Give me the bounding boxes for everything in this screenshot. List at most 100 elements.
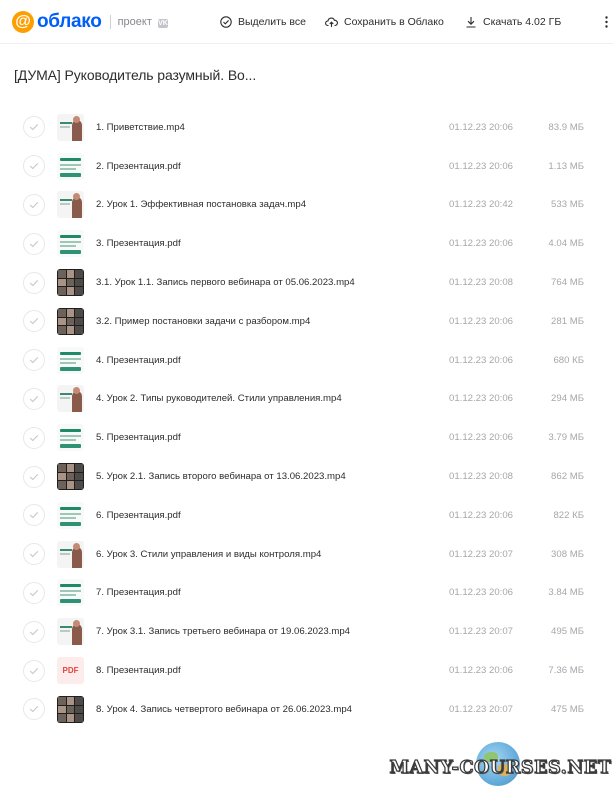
file-date: 01.12.23 20:07 [449, 548, 514, 560]
file-name[interactable]: 2. Презентация.pdf [96, 161, 181, 172]
file-size: 1.13 МБ [548, 160, 584, 172]
file-size: 294 МБ [551, 393, 584, 405]
pdf-file-icon[interactable]: PDF [57, 657, 84, 685]
file-name[interactable]: 3. Презентация.pdf [96, 238, 181, 249]
download-label: Скачать 4.02 ГБ [483, 16, 562, 28]
file-row[interactable]: 7. Урок 3.1. Запись третьего вебинара от… [0, 612, 613, 651]
file-name[interactable]: 7. Презентация.pdf [96, 587, 181, 598]
checkmark-icon [29, 357, 39, 364]
file-thumbnail[interactable] [57, 230, 84, 258]
select-checkbox[interactable] [23, 387, 45, 410]
file-row[interactable]: 1. Приветствие.mp4 01.12.23 20:06 83.9 МБ [0, 108, 613, 147]
watermark: MANY-COURSES.NET [388, 742, 613, 792]
file-row[interactable]: 6. Урок 3. Стили управления и виды контр… [0, 535, 613, 574]
file-row[interactable]: 4. Презентация.pdf 01.12.23 20:06 680 КБ [0, 341, 613, 380]
file-name[interactable]: 8. Урок 4. Запись четвертого вебинара от… [96, 704, 352, 715]
save-to-cloud-label: Сохранить в Облако [344, 16, 444, 28]
select-checkbox[interactable] [23, 193, 45, 216]
file-list: 1. Приветствие.mp4 01.12.23 20:06 83.9 МБ 2… [0, 108, 613, 729]
file-date: 01.12.23 20:06 [449, 432, 514, 444]
file-row[interactable]: 2. Презентация.pdf 01.12.23 20:06 1.13 МБ [0, 147, 613, 186]
file-date: 01.12.23 20:42 [449, 199, 514, 211]
vk-badge-icon: VK [157, 18, 168, 28]
file-thumbnail[interactable] [57, 463, 84, 491]
select-checkbox[interactable] [23, 155, 45, 178]
select-checkbox[interactable] [23, 232, 45, 255]
file-row[interactable]: 3. Презентация.pdf 01.12.23 20:06 4.04 МБ [0, 224, 613, 263]
file-row[interactable]: 8. Урок 4. Запись четвертого вебинара от… [0, 690, 613, 729]
file-name[interactable]: 3.2. Пример постановки задачи с разбором… [96, 316, 310, 327]
file-row[interactable]: 7. Презентация.pdf 01.12.23 20:06 3.84 МБ [0, 574, 613, 613]
file-thumbnail[interactable] [57, 307, 84, 335]
file-thumbnail[interactable] [57, 424, 84, 452]
select-all-button[interactable]: Выделить все [220, 0, 306, 44]
file-name[interactable]: 6. Урок 3. Стили управления и виды контр… [96, 549, 321, 560]
file-size: 475 МБ [551, 703, 584, 715]
select-checkbox[interactable] [23, 698, 45, 721]
file-thumbnail[interactable] [57, 540, 84, 568]
file-row[interactable]: 3.1. Урок 1.1. Запись первого вебинара о… [0, 263, 613, 302]
file-row[interactable]: PDF 8. Презентация.pdf 01.12.23 20:06 7.36 … [0, 651, 613, 690]
checkmark-icon [29, 473, 39, 480]
file-size: 822 КБ [553, 509, 584, 521]
file-thumbnail[interactable] [57, 152, 84, 180]
select-checkbox[interactable] [23, 543, 45, 566]
select-all-label: Выделить все [238, 16, 306, 28]
file-size: 862 МБ [551, 471, 584, 483]
file-row[interactable]: 2. Урок 1. Эффективная постановка задач.… [0, 186, 613, 225]
select-checkbox[interactable] [23, 620, 45, 643]
file-name[interactable]: 8. Презентация.pdf [96, 665, 181, 676]
file-name[interactable]: 4. Урок 2. Типы руководителей. Стили упр… [96, 393, 342, 404]
file-thumbnail[interactable] [57, 695, 84, 723]
file-thumbnail[interactable] [57, 269, 84, 297]
checkmark-icon [29, 240, 39, 248]
download-button[interactable]: Скачать 4.02 ГБ [465, 0, 561, 44]
file-row[interactable]: 6. Презентация.pdf 01.12.23 20:06 822 КБ [0, 496, 613, 535]
select-checkbox[interactable] [23, 310, 45, 333]
file-date: 01.12.23 20:06 [449, 665, 514, 677]
select-checkbox[interactable] [23, 504, 45, 527]
checkmark-icon [29, 318, 39, 325]
file-thumbnail[interactable] [57, 113, 84, 141]
save-to-cloud-button[interactable]: Сохранить в Облако [325, 0, 444, 44]
select-checkbox[interactable] [23, 271, 45, 294]
select-checkbox[interactable] [23, 116, 45, 139]
more-menu-icon[interactable] [600, 15, 613, 29]
select-checkbox[interactable] [23, 465, 45, 488]
file-date: 01.12.23 20:08 [449, 471, 514, 483]
select-checkbox[interactable] [23, 581, 45, 604]
file-name[interactable]: 6. Презентация.pdf [96, 510, 181, 521]
file-date: 01.12.23 20:06 [449, 393, 514, 405]
file-date: 01.12.23 20:08 [449, 277, 514, 289]
file-size: 83.9 МБ [548, 121, 584, 133]
file-name[interactable]: 1. Приветствие.mp4 [96, 122, 185, 133]
checkmark-icon [29, 706, 39, 713]
file-row[interactable]: 5. Презентация.pdf 01.12.23 20:06 3.79 МБ [0, 418, 613, 457]
file-thumbnail[interactable] [57, 501, 84, 529]
select-checkbox[interactable] [23, 349, 45, 372]
logo-text: облако [37, 10, 102, 32]
checkmark-icon [29, 434, 39, 442]
file-row[interactable]: 4. Урок 2. Типы руководителей. Стили упр… [0, 380, 613, 419]
cloud-logo[interactable]: @ облако проект VK [12, 10, 168, 33]
checkmark-icon [29, 512, 39, 519]
file-date: 01.12.23 20:06 [449, 509, 514, 521]
file-row[interactable]: 5. Урок 2.1. Запись второго вебинара от … [0, 457, 613, 496]
file-thumbnail[interactable] [57, 191, 84, 219]
file-name[interactable]: 2. Урок 1. Эффективная постановка задач.… [96, 199, 306, 210]
checkmark-icon [29, 589, 39, 597]
pdf-label: PDF [62, 666, 79, 676]
file-name[interactable]: 3.1. Урок 1.1. Запись первого вебинара о… [96, 277, 355, 288]
select-checkbox[interactable] [23, 659, 45, 682]
file-name[interactable]: 7. Урок 3.1. Запись третьего вебинара от… [96, 626, 350, 637]
file-row[interactable]: 3.2. Пример постановки задачи с разбором… [0, 302, 613, 341]
file-thumbnail[interactable] [57, 385, 84, 413]
file-name[interactable]: 5. Презентация.pdf [96, 432, 181, 443]
file-date: 01.12.23 20:06 [449, 587, 514, 599]
file-thumbnail[interactable] [57, 346, 84, 374]
file-thumbnail[interactable] [57, 579, 84, 607]
file-name[interactable]: 5. Урок 2.1. Запись второго вебинара от … [96, 471, 346, 482]
select-checkbox[interactable] [23, 426, 45, 449]
file-thumbnail[interactable] [57, 618, 84, 646]
file-name[interactable]: 4. Презентация.pdf [96, 355, 181, 366]
